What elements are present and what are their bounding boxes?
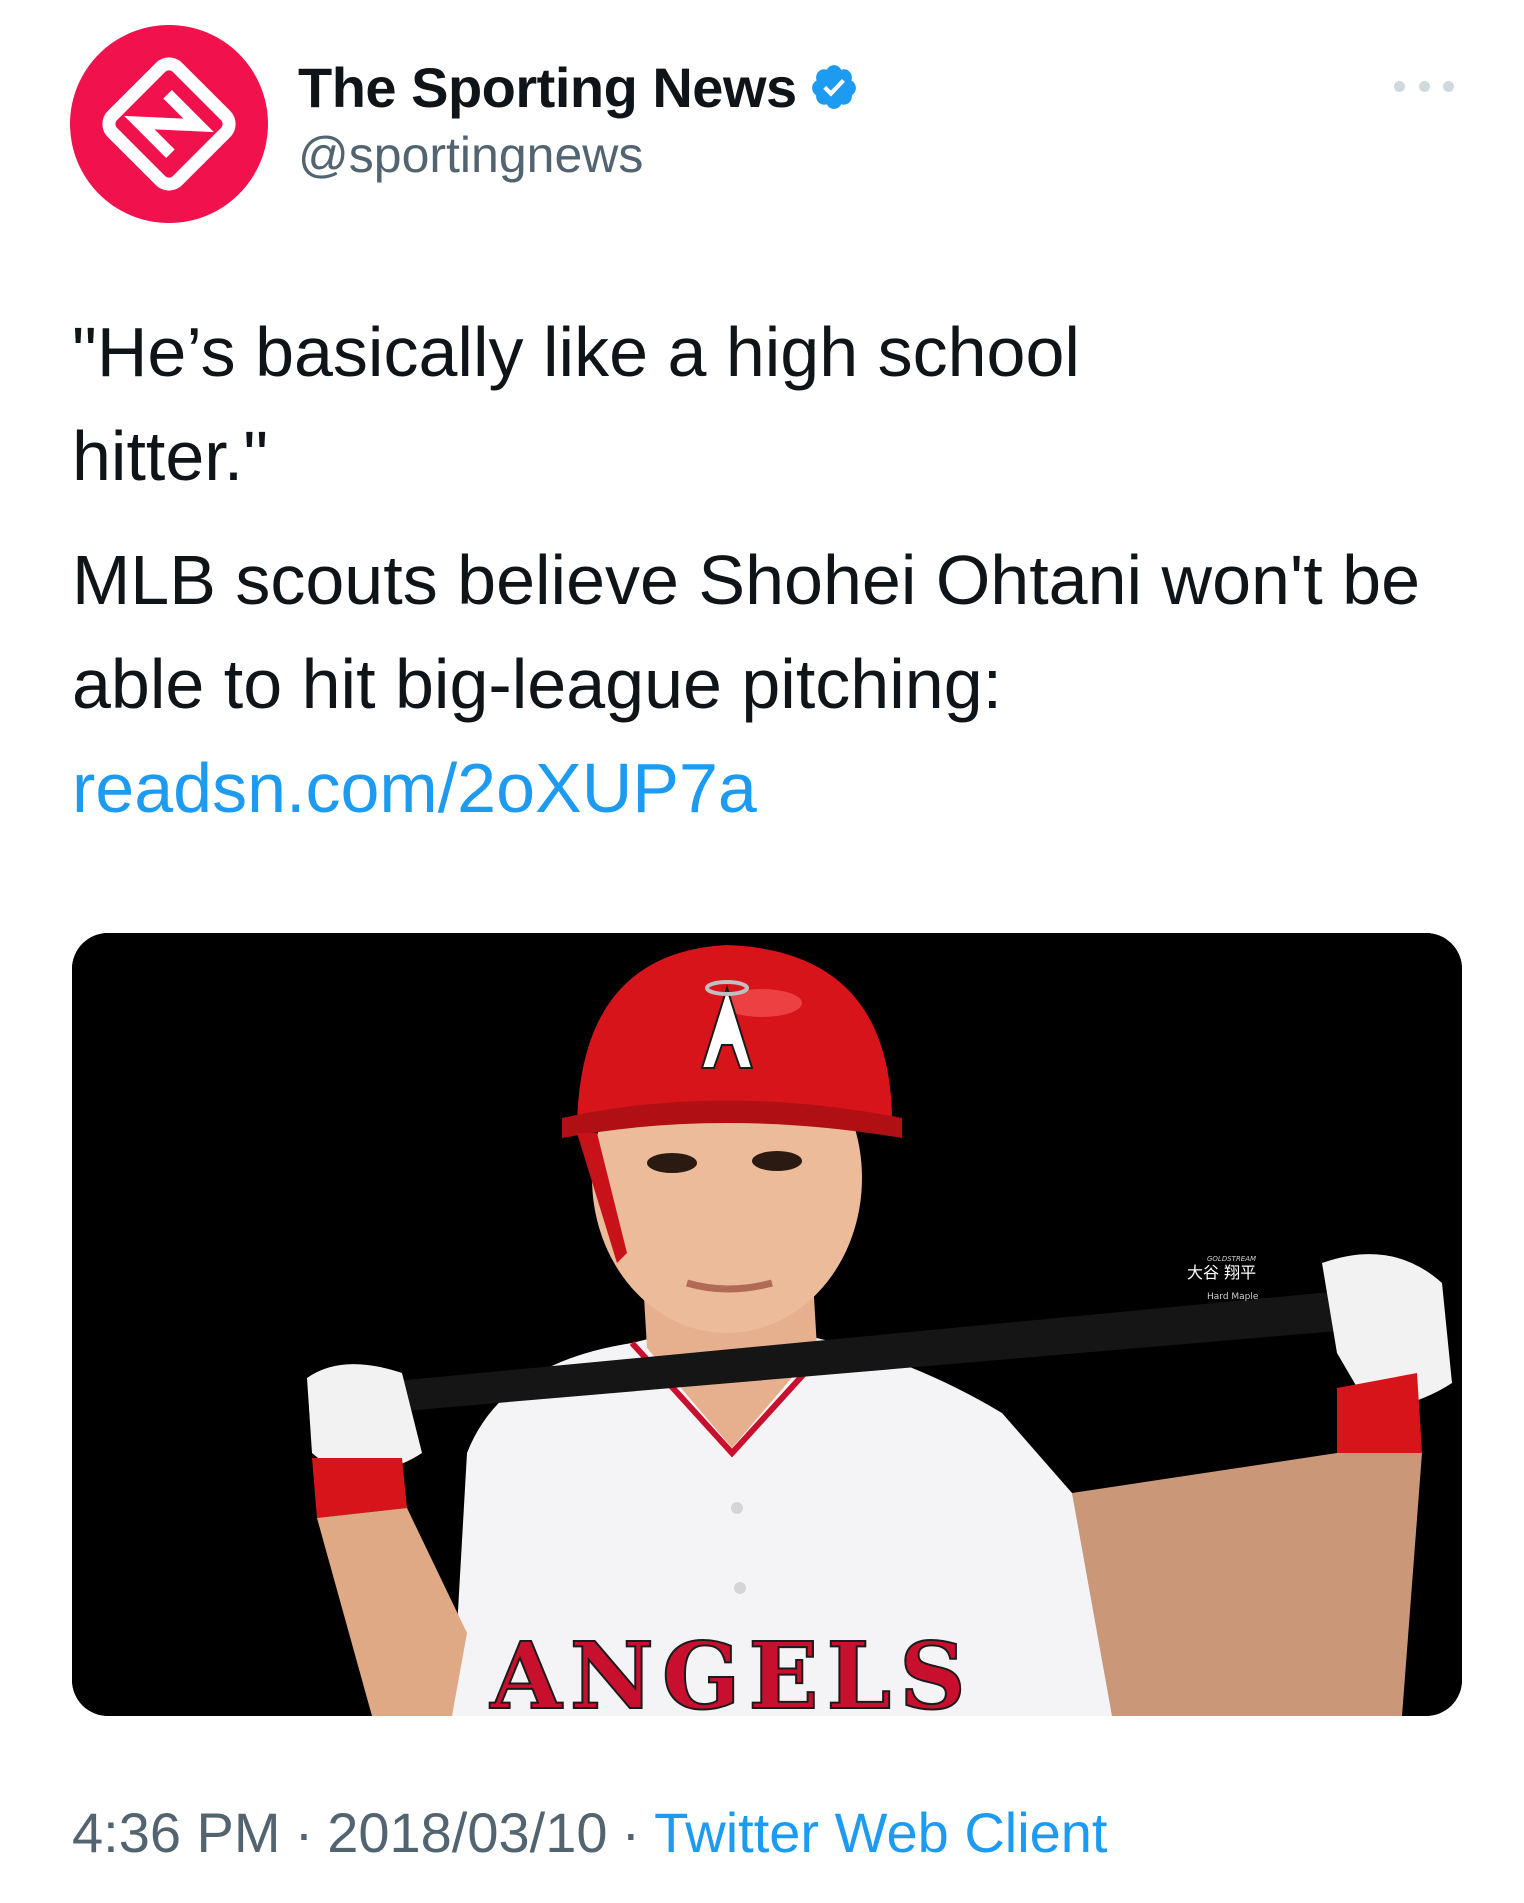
author-block: The Sporting News @sportingnews	[298, 52, 859, 184]
tweet-date[interactable]: 2018/03/10	[327, 1801, 607, 1864]
tweet-body: MLB scouts believe Shohei Ohtani won't b…	[72, 541, 1421, 723]
tweet-time[interactable]: 4:36 PM	[72, 1801, 281, 1864]
tweet-text: "He’s basically like a high school hitte…	[72, 300, 1472, 840]
bat-name-text: 大谷 翔平	[1187, 1263, 1256, 1282]
tweet-link[interactable]: readsn.com/2oXUP7a	[72, 736, 1472, 840]
dot-icon	[1443, 80, 1454, 92]
verified-badge-icon	[811, 65, 856, 109]
separator: ·	[294, 1801, 314, 1864]
dot-icon	[1394, 80, 1405, 92]
tweet-client[interactable]: Twitter Web Client	[654, 1801, 1107, 1864]
ohtani-photo: 大谷 翔平 Hard Maple GOLDSTREAM ANGELS	[72, 933, 1462, 1716]
tweet: The Sporting News @sportingnews "He’s ba…	[0, 0, 1524, 1903]
display-name[interactable]: The Sporting News	[298, 55, 797, 120]
jersey-wordmark: ANGELS	[489, 1622, 973, 1716]
bat-wood-text: Hard Maple	[1207, 1292, 1259, 1302]
more-options-icon[interactable]	[1394, 76, 1454, 96]
bat-brand-text: GOLDSTREAM	[1207, 1255, 1256, 1263]
tweet-media-image[interactable]: 大谷 翔平 Hard Maple GOLDSTREAM ANGELS	[72, 933, 1462, 1716]
dot-icon	[1418, 80, 1430, 92]
display-name-row: The Sporting News	[298, 52, 859, 122]
tweet-meta: 4:36 PM · 2018/03/10 · Twitter Web Client	[72, 1800, 1108, 1865]
sporting-news-logo-icon	[102, 57, 236, 191]
tweet-quote: "He’s basically like a high school hitte…	[72, 313, 1080, 495]
separator: ·	[621, 1801, 641, 1864]
handle[interactable]: @sportingnews	[298, 126, 859, 184]
avatar[interactable]	[70, 25, 268, 223]
